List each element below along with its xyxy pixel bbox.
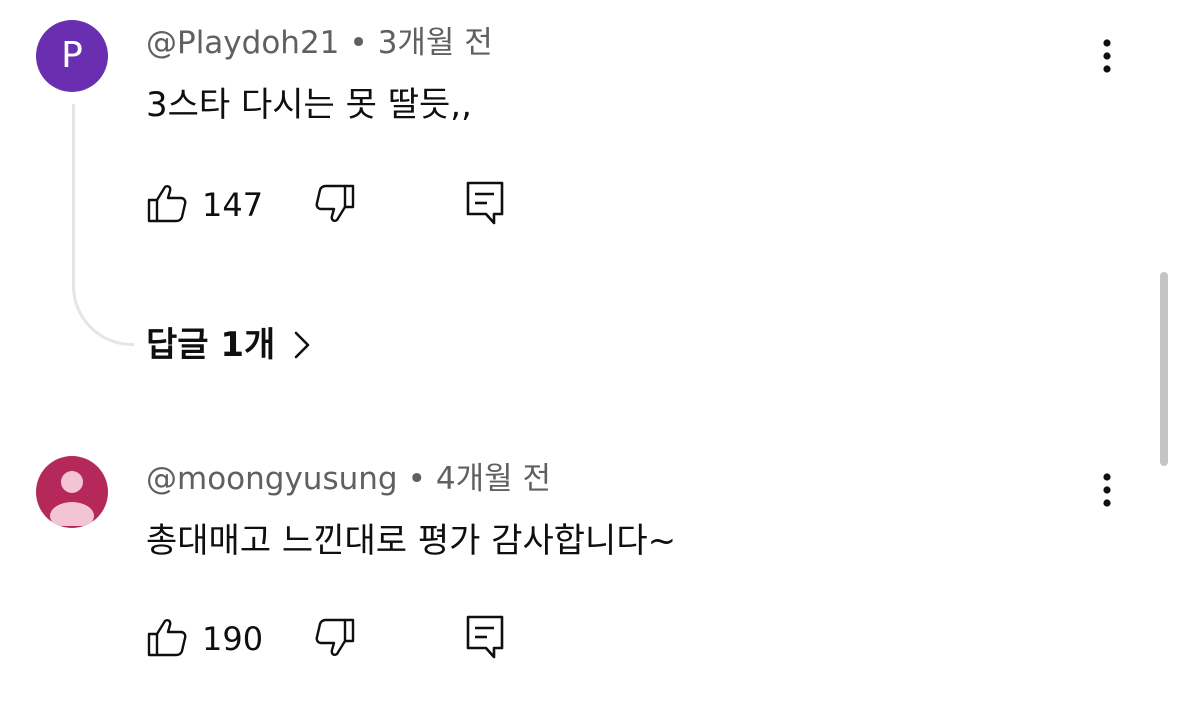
scrollbar-thumb[interactable] xyxy=(1160,272,1168,466)
vertical-dots-icon xyxy=(1102,38,1112,78)
replies-label: 답글 1개 xyxy=(146,325,276,365)
comment-reply-icon xyxy=(464,614,506,664)
comment-actions: 190 xyxy=(146,614,546,664)
like-button[interactable]: 147 xyxy=(146,182,263,228)
vertical-dots-icon xyxy=(1102,472,1112,512)
thread-connector-line xyxy=(72,104,134,346)
reply-button[interactable] xyxy=(464,180,506,230)
view-replies-button[interactable]: 답글 1개 xyxy=(146,328,311,362)
default-avatar-icon xyxy=(36,456,108,528)
comment-meta: @moongyusung • 4개월 전 xyxy=(146,464,551,495)
comment-text: 3스타 다시는 못 딸듯,, xyxy=(146,85,472,125)
comment-meta: @Playdoh21 • 3개월 전 xyxy=(146,28,493,59)
thumbs-down-icon xyxy=(314,616,356,662)
more-options-button[interactable] xyxy=(1094,38,1120,78)
comment-time[interactable]: 3개월 전 xyxy=(378,25,493,61)
avatar[interactable] xyxy=(36,456,108,528)
like-count: 147 xyxy=(202,186,264,224)
dislike-button[interactable] xyxy=(314,182,356,228)
comment-time[interactable]: 4개월 전 xyxy=(436,461,551,497)
like-count: 190 xyxy=(202,620,264,658)
reply-button[interactable] xyxy=(464,614,506,664)
more-options-button[interactable] xyxy=(1094,472,1120,512)
comment-actions: 147 xyxy=(146,180,546,230)
author-name[interactable]: @moongyusung xyxy=(146,461,398,497)
comment-reply-icon xyxy=(464,180,506,230)
thumbs-up-icon xyxy=(146,616,188,662)
author-name[interactable]: @Playdoh21 xyxy=(146,25,339,61)
thumbs-down-icon xyxy=(314,182,356,228)
avatar-letter: P xyxy=(61,35,83,76)
like-button[interactable]: 190 xyxy=(146,616,263,662)
meta-separator: • xyxy=(407,461,426,497)
chevron-right-icon xyxy=(293,330,311,360)
avatar[interactable]: P xyxy=(36,20,108,92)
dislike-button[interactable] xyxy=(314,616,356,662)
comment-text: 총대매고 느낀대로 평가 감사합니다~ xyxy=(146,521,677,561)
meta-separator: • xyxy=(349,25,368,61)
thumbs-up-icon xyxy=(146,182,188,228)
